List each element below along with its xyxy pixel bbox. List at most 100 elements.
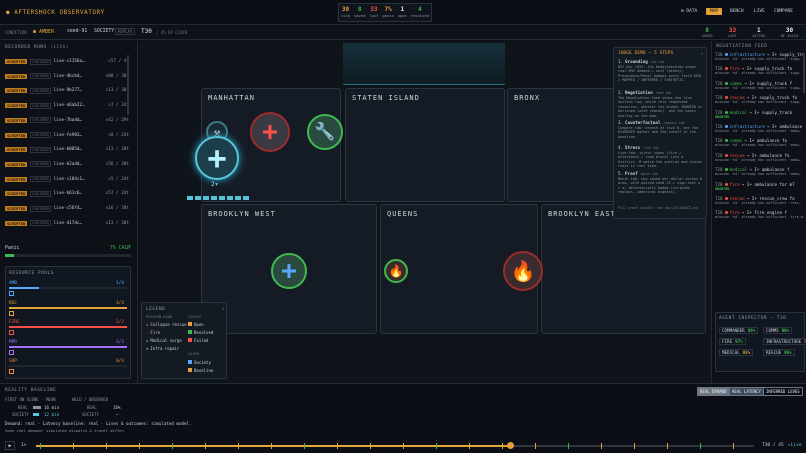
run-tag: SCRIPTED bbox=[5, 103, 28, 109]
timeline-tick bbox=[172, 443, 173, 449]
borough-brooklyn-east-label: BROOKLYN EAST bbox=[548, 210, 616, 218]
tab-compare[interactable]: COMPARE bbox=[770, 8, 797, 15]
legend-status-item: Failed bbox=[188, 338, 208, 343]
resource-pools-title: RESOURCE POOLS bbox=[9, 271, 54, 276]
feed-item[interactable]: T28 rescue → I+ supply_truck fo mission 'm1… bbox=[715, 95, 805, 109]
replay-badge[interactable]: REPLAY bbox=[115, 28, 136, 35]
inspector-agent[interactable]: FIRE 97% bbox=[719, 338, 746, 345]
run-row[interactable]: SCRIPTED SYN-DEMO live-4bcb4… s08 / 30t bbox=[5, 72, 129, 81]
run-id: live-c56f4… bbox=[53, 206, 83, 211]
timeline-tick bbox=[337, 443, 338, 449]
inspector-agent[interactable]: RESCUE 96% bbox=[763, 349, 795, 356]
timeline-thumb[interactable] bbox=[506, 442, 514, 449]
feed-item[interactable]: T28 fire → I+ ambulance for m7 GRANTED bbox=[715, 182, 805, 196]
map-area[interactable]: MANHATTAN STATEN ISLAND BRONX BROOKLYN W… bbox=[139, 41, 711, 383]
tab-bench[interactable]: BENCH bbox=[726, 8, 748, 15]
legend-panel: LEGEND × MISSION KIND STATUS ⌂ Collapse r… bbox=[141, 302, 227, 379]
inspector-agent[interactable]: COMMANDER 96% bbox=[719, 327, 759, 334]
tab-map-label: MAP bbox=[710, 9, 719, 14]
stat-value: 4 bbox=[418, 6, 422, 13]
run-row[interactable]: SCRIPTED SYN-DEMO live-d17dc… s13 / 30t bbox=[5, 219, 129, 228]
timeline-tick bbox=[139, 443, 140, 449]
borough-brooklyn-east[interactable]: BROOKLYN EAST bbox=[541, 204, 706, 334]
legend-status-header: STATUS bbox=[188, 315, 201, 319]
judge-close-icon[interactable]: × bbox=[701, 51, 703, 56]
tab-live[interactable]: LIVE bbox=[750, 8, 769, 15]
run-row[interactable]: SCRIPTED SYN-DEMO live-b2ad4… s56 / 30t bbox=[5, 160, 129, 169]
feed-item[interactable]: T30infrastructure→ I+ supply_truckmissio… bbox=[715, 52, 805, 66]
medical-plus-icon-resolved[interactable]: + bbox=[271, 253, 307, 289]
feed-item[interactable]: T28 medical → I+ ambulance f mission 'm1' a… bbox=[715, 167, 805, 181]
fire-icon-failed[interactable]: 🔥 bbox=[503, 251, 543, 291]
run-row[interactable]: SCRIPTED SYN-DEMO live-fe903… s8 / 24t bbox=[5, 131, 129, 140]
agent-name: RESCUE bbox=[766, 350, 782, 355]
run-row[interactable]: SCRIPTED SYN-DEMO live-a6ab22… s7 / 24t bbox=[5, 101, 129, 110]
legend-title: LEGEND bbox=[146, 307, 166, 312]
fire-icon-small[interactable]: 🔥 bbox=[384, 259, 408, 283]
inspector-agent[interactable]: INFRASTRUCTURE78% bbox=[763, 338, 806, 345]
feed-item[interactable]: T28 comms → I+ ambulance fo mission 'm1' al… bbox=[715, 138, 805, 152]
feed-item[interactable]: T28 fire → I+ fire_engine f mission 'm1' al… bbox=[715, 210, 805, 224]
legend-kind-item: ♨ Fire bbox=[146, 330, 160, 335]
unit-pips bbox=[187, 196, 249, 200]
legend-kind-label: Collapse rescue bbox=[150, 322, 187, 327]
legend-close-icon[interactable]: × bbox=[222, 306, 224, 311]
feed-item[interactable]: T28 fire → I+ supply_truck fo mission 'm1' … bbox=[715, 66, 805, 80]
unit-pip bbox=[187, 196, 193, 200]
summary-counters: 8 SAVED 33 LOST 1 ACTIVE 30 OF 45CLK bbox=[694, 27, 806, 40]
source-pill[interactable]: REAL DEMAND bbox=[697, 387, 730, 396]
stat-label: saved bbox=[353, 13, 366, 18]
feed-item[interactable]: T28 comms → I+ supply_truck f mission 'm1' … bbox=[715, 81, 805, 95]
medical-plus-icon-selected[interactable]: + bbox=[195, 136, 239, 180]
run-meta: s08 / 30t bbox=[105, 73, 129, 79]
source-pill[interactable]: INFERRED LEVES bbox=[763, 387, 803, 396]
resource-name: MPR bbox=[9, 339, 17, 345]
resource-unit-box bbox=[9, 330, 14, 335]
feed-scrollbar[interactable] bbox=[803, 53, 805, 93]
feed-status: mission 'm1' already has sufficient 'amb… bbox=[715, 172, 801, 177]
tab-data[interactable]: ⊞ DATA bbox=[677, 8, 701, 15]
inspector-agent[interactable]: MEDICAL 93% bbox=[719, 349, 754, 356]
legend-layer-swatch bbox=[188, 368, 192, 372]
run-row[interactable]: SCRIPTED SYN-DEMO live-b005d… s13 / 30t bbox=[5, 145, 129, 154]
legend-kind-label: Infra repair bbox=[150, 346, 180, 351]
feed-item[interactable]: T28 infrastructure → I+ ambulance mission '… bbox=[715, 124, 805, 138]
borough-staten-island[interactable]: STATEN ISLAND bbox=[345, 88, 505, 202]
legend-layer-header: LAYER bbox=[188, 352, 199, 356]
timeline-tick bbox=[634, 443, 635, 449]
inspector-agent[interactable]: COMMS 90% bbox=[763, 327, 793, 334]
run-row[interactable]: SCRIPTED SYN-DEMO live-b61c6… s57 / 24t bbox=[5, 189, 129, 198]
feed-dot-icon bbox=[724, 153, 728, 157]
speed-toggle[interactable]: 1× bbox=[21, 443, 26, 448]
feed-item[interactable]: T28 rescue → I+ ambulance fo mission 'm1' a… bbox=[715, 153, 805, 167]
timeline-tick bbox=[436, 443, 437, 449]
condition-text: AMBER bbox=[39, 29, 55, 35]
tab-map[interactable]: MAP bbox=[706, 8, 723, 15]
legend-status-swatch bbox=[188, 338, 192, 342]
summary-of 45clk: 30 OF 45CLK bbox=[781, 27, 798, 40]
map-highlight-strip bbox=[343, 43, 505, 85]
timeline-track[interactable] bbox=[36, 445, 754, 447]
feed-status: mission 'm1' already has sufficient 'sup… bbox=[715, 100, 801, 105]
legend-status-swatch bbox=[188, 330, 192, 334]
live-button[interactable]: ▸Live bbox=[788, 443, 802, 448]
feed-item[interactable]: T28 rescue → I+ rescue_crew fo mission 'm1'… bbox=[715, 196, 805, 210]
society-label[interactable]: SOCIETY bbox=[94, 29, 114, 34]
source-pill[interactable]: REAL LATENCY bbox=[729, 387, 764, 396]
run-row[interactable]: SCRIPTED SYN-DEMO live-c56f4… s16 / 30t bbox=[5, 204, 129, 213]
feed-dot-icon bbox=[724, 53, 728, 56]
condition-value: ● AMBER bbox=[33, 29, 55, 35]
runs-scrollbar[interactable] bbox=[127, 55, 129, 115]
feed-dot-icon bbox=[724, 125, 728, 128]
run-row[interactable]: SCRIPTED SYN-DEMO live-7ba4d… s42 / 29t bbox=[5, 116, 129, 125]
run-tag: SCRIPTED bbox=[5, 176, 28, 182]
run-row[interactable]: SCRIPTED SYN-DEMO live-c184c1… s5 / 24t bbox=[5, 175, 129, 184]
timeline-tick bbox=[667, 443, 668, 449]
feed-item[interactable]: T28 medical → I+ supply_truck GRANTED bbox=[715, 110, 805, 124]
play-button[interactable]: ▶ bbox=[5, 441, 15, 450]
medical-plus-icon-failed[interactable]: + bbox=[250, 112, 290, 152]
run-row[interactable]: SCRIPTED SYN-DEMO live-9b277… s13 / 30t bbox=[5, 86, 129, 95]
run-row[interactable]: SCRIPTED SYN-DEMO live-c1156a… s57 / 4t bbox=[5, 57, 129, 66]
feed-status: mission 'm1' already has sufficient 'res… bbox=[715, 201, 801, 205]
infra-wrench-icon[interactable]: 🔧 bbox=[307, 114, 343, 150]
